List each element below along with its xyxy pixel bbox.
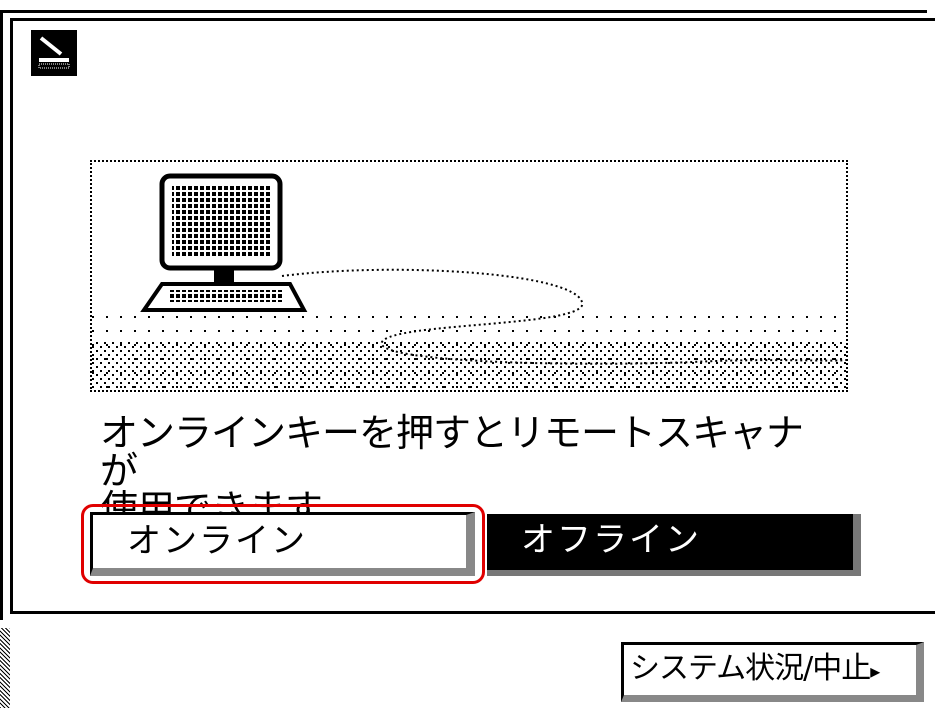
online-button[interactable]: オンライン bbox=[90, 512, 475, 576]
system-status-label: システム状況/中止 bbox=[630, 651, 871, 686]
offline-button[interactable]: オフライン bbox=[487, 514, 861, 576]
triangle-right-icon: ▸ bbox=[870, 659, 880, 683]
system-status-stop-button[interactable]: システム状況/中止▸ bbox=[621, 642, 924, 702]
illustration-panel bbox=[90, 160, 848, 392]
scanner-icon bbox=[31, 30, 77, 76]
message-line-1: オンラインキーを押すとリモートスキャナが bbox=[100, 411, 804, 493]
left-edge-strip bbox=[0, 628, 10, 708]
computer-icon bbox=[140, 173, 308, 312]
